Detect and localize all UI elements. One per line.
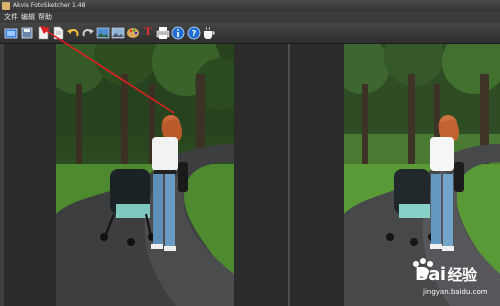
watermark-brand: Bai 经验 (415, 264, 477, 285)
baidu-watermark: Bai 经验 jingyan.baidu.com (385, 256, 497, 302)
watermark-brand-en: Bai (415, 264, 446, 285)
watermark-brand-cn: 经验 (447, 266, 478, 284)
watermark-url: jingyan.baidu.com (423, 288, 488, 296)
